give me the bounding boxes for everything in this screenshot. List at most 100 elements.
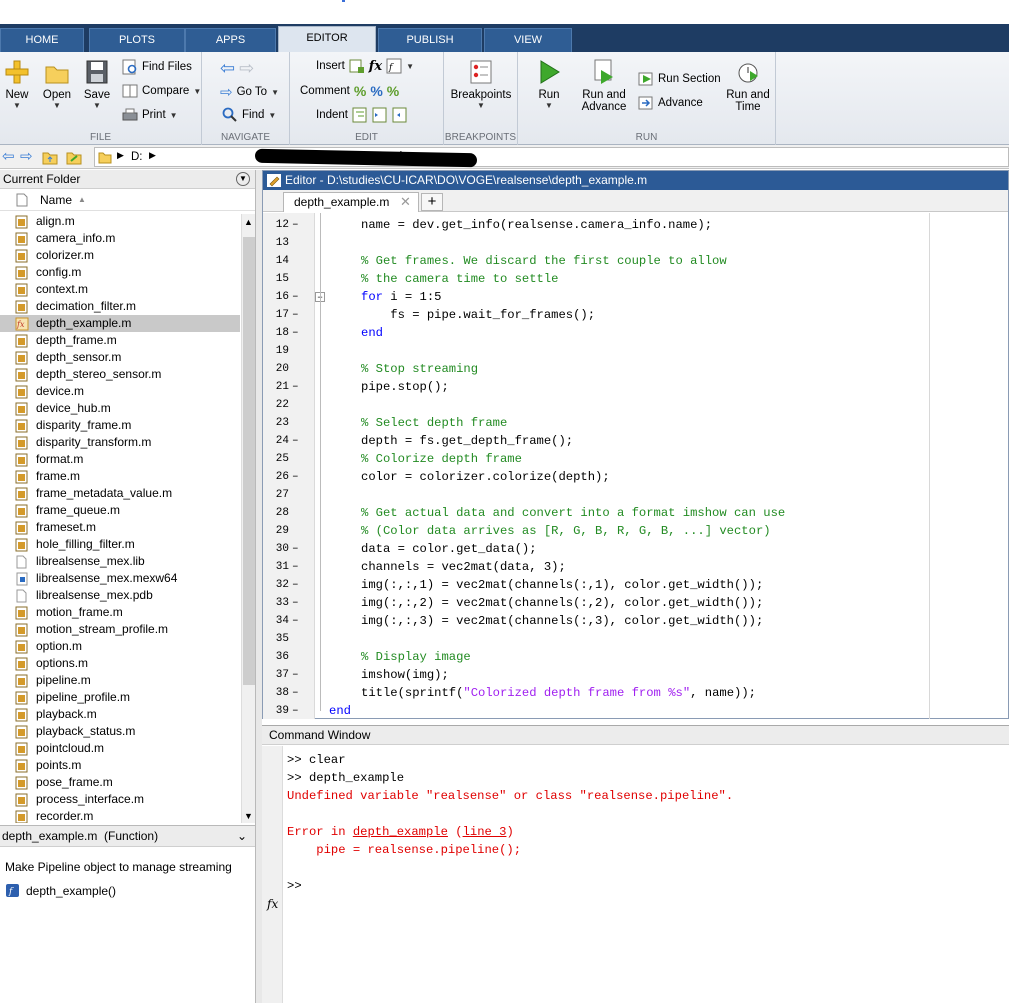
list-item[interactable]: process_interface.m: [0, 791, 240, 808]
list-item[interactable]: motion_frame.m: [0, 604, 240, 621]
list-item[interactable]: camera_info.m: [0, 230, 240, 247]
list-item[interactable]: config.m: [0, 264, 240, 281]
list-item[interactable]: recorder.m: [0, 808, 240, 823]
advance-button[interactable]: Advance: [638, 95, 703, 111]
find-button[interactable]: Find ▼: [222, 107, 276, 123]
path-folder[interactable]: realsense: [383, 151, 433, 163]
list-item[interactable]: option.m: [0, 638, 240, 655]
list-item[interactable]: points.m: [0, 757, 240, 774]
code-area[interactable]: name = dev.get_info(realsense.camera_inf…: [263, 213, 1008, 719]
scroll-up-icon[interactable]: ▲: [244, 217, 253, 227]
run-section-button[interactable]: Run Section: [638, 71, 721, 87]
list-item[interactable]: pointcloud.m: [0, 740, 240, 757]
close-icon[interactable]: ✕: [400, 193, 411, 211]
tab-editor[interactable]: EDITOR: [278, 26, 376, 52]
editor-tab-depth-example[interactable]: depth_example.m ✕: [283, 192, 419, 212]
m-file-icon: [15, 708, 28, 722]
error-function-link[interactable]: depth_example: [353, 825, 448, 839]
list-item[interactable]: librealsense_mex.pdb: [0, 587, 240, 604]
back-icon[interactable]: ⇦: [220, 58, 235, 79]
list-item[interactable]: pose_frame.m: [0, 774, 240, 791]
list-item[interactable]: playback.m: [0, 706, 240, 723]
history-buttons[interactable]: ⇦ ⇨: [220, 58, 254, 79]
decrease-indent-icon[interactable]: [392, 107, 408, 123]
back-icon[interactable]: ⇦: [2, 147, 15, 165]
list-item[interactable]: options.m: [0, 655, 240, 672]
new-tab-plus-icon[interactable]: +: [421, 193, 443, 211]
list-item[interactable]: device.m: [0, 383, 240, 400]
list-item[interactable]: align.m: [0, 213, 240, 230]
list-item[interactable]: hole_filling_filter.m: [0, 536, 240, 553]
indent-button[interactable]: Indent: [316, 107, 408, 123]
forward-icon[interactable]: ⇨: [20, 147, 33, 165]
scroll-down-icon[interactable]: ▼: [244, 811, 253, 821]
fx-icon[interactable]: fx: [267, 897, 278, 911]
file-list-header[interactable]: Name ▲: [0, 189, 255, 211]
smart-indent-icon[interactable]: [352, 107, 368, 123]
list-item[interactable]: motion_stream_profile.m: [0, 621, 240, 638]
save-button[interactable]: Save ▼: [80, 58, 114, 110]
chevron-down-icon[interactable]: ⌄: [237, 826, 247, 847]
open-button[interactable]: Open ▼: [40, 58, 74, 110]
details-header[interactable]: depth_example.m (Function) ⌄: [0, 825, 255, 847]
comment-button[interactable]: Comment % % %: [300, 83, 399, 99]
list-item[interactable]: disparity_frame.m: [0, 417, 240, 434]
list-item[interactable]: format.m: [0, 451, 240, 468]
fx-icon[interactable]: fx: [369, 59, 382, 74]
tab-plots[interactable]: PLOTS: [89, 28, 185, 52]
tab-publish[interactable]: PUBLISH: [378, 28, 482, 52]
list-item[interactable]: frameset.m: [0, 519, 240, 536]
run-label: Run: [538, 89, 560, 101]
list-item[interactable]: disparity_transform.m: [0, 434, 240, 451]
tab-home[interactable]: HOME: [0, 28, 84, 52]
insert-button[interactable]: Insert fx f ▼: [316, 58, 414, 74]
command-prompt[interactable]: >>: [287, 877, 302, 895]
browse-folder-icon[interactable]: [66, 149, 82, 165]
error-location-line: Error in depth_example (line 3): [287, 825, 514, 839]
list-item[interactable]: depth_stereo_sensor.m: [0, 366, 240, 383]
goto-label: Go To: [236, 86, 268, 98]
function-template-icon[interactable]: f: [386, 58, 402, 74]
list-item[interactable]: fx depth_example.m: [0, 315, 240, 332]
list-item[interactable]: depth_sensor.m: [0, 349, 240, 366]
list-item[interactable]: pipeline.m: [0, 672, 240, 689]
print-button[interactable]: Print ▼: [122, 107, 178, 123]
tab-apps[interactable]: APPS: [185, 28, 276, 52]
list-item[interactable]: depth_frame.m: [0, 332, 240, 349]
run-and-time-button[interactable]: Run and Time: [722, 58, 774, 113]
list-item[interactable]: pipeline_profile.m: [0, 689, 240, 706]
path-drive[interactable]: D:: [131, 151, 143, 163]
uncomment-icon[interactable]: %: [370, 83, 382, 99]
list-item[interactable]: frame_metadata_value.m: [0, 485, 240, 502]
name-column-header[interactable]: Name: [40, 193, 72, 207]
up-folder-icon[interactable]: [42, 149, 58, 165]
breakpoints-button[interactable]: Breakpoints ▼: [450, 58, 512, 110]
details-function[interactable]: depth_example(): [26, 884, 116, 898]
list-item[interactable]: librealsense_mex.lib: [0, 553, 240, 570]
list-item[interactable]: context.m: [0, 281, 240, 298]
comment-percent-icon[interactable]: %: [354, 83, 366, 99]
list-item[interactable]: librealsense_mex.mexw64: [0, 570, 240, 587]
list-item[interactable]: device_hub.m: [0, 400, 240, 417]
panel-menu-icon[interactable]: ▼: [236, 172, 250, 186]
path-field[interactable]: ▶ D: ▶ realsense: [94, 147, 1009, 168]
scrollbar-thumb[interactable]: [243, 237, 255, 685]
list-item[interactable]: frame_queue.m: [0, 502, 240, 519]
error-line-link[interactable]: line 3: [463, 825, 507, 839]
find-files-button[interactable]: Find Files: [122, 59, 192, 75]
run-button[interactable]: Run ▼: [532, 58, 566, 110]
increase-indent-icon[interactable]: [372, 107, 388, 123]
list-item[interactable]: colorizer.m: [0, 247, 240, 264]
file-list-scrollbar[interactable]: ▲ ▼: [241, 214, 255, 823]
list-item[interactable]: frame.m: [0, 468, 240, 485]
chevron-down-icon[interactable]: ▼: [406, 62, 414, 71]
list-item[interactable]: playback_status.m: [0, 723, 240, 740]
goto-button[interactable]: ⇨ Go To ▼: [220, 83, 279, 101]
run-and-advance-button[interactable]: Run and Advance: [580, 58, 628, 113]
list-item[interactable]: decimation_filter.m: [0, 298, 240, 315]
new-button[interactable]: New ▼: [2, 58, 32, 110]
wrap-comments-icon[interactable]: %: [387, 83, 399, 99]
compare-button[interactable]: Compare ▼: [122, 83, 201, 99]
tab-view[interactable]: VIEW: [484, 28, 572, 52]
file-name: depth_example.m: [36, 316, 132, 330]
